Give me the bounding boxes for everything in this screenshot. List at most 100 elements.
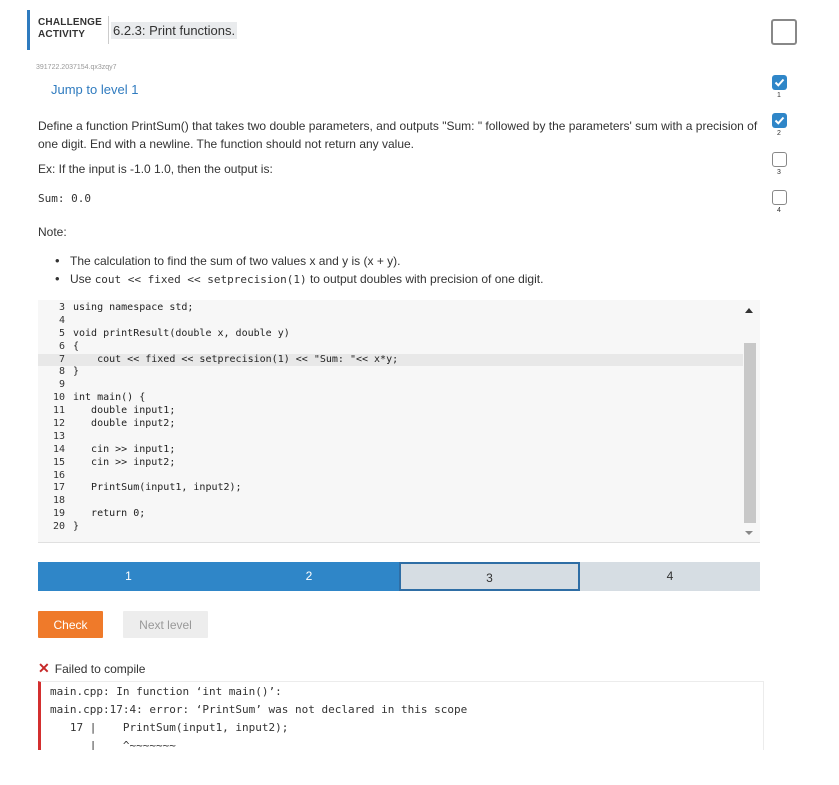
line-number: 20: [52, 521, 65, 533]
code-line[interactable]: 13: [38, 431, 743, 444]
challenge-id: 391722.2037154.qx3zqy7: [36, 64, 117, 71]
note-item: Use cout << fixed << setprecision(1) to …: [52, 270, 543, 289]
line-number: 14: [52, 443, 65, 455]
code-text[interactable]: using namespace std;: [73, 302, 193, 313]
empty-box-icon: [771, 152, 787, 167]
checkmark-icon: [771, 113, 787, 128]
line-number: 9: [58, 379, 65, 391]
code-line[interactable]: 18: [38, 495, 743, 508]
challenge-label-line-2: ACTIVITY: [38, 29, 86, 40]
code-line[interactable]: 16: [38, 470, 743, 483]
sidebar-level-3[interactable]: 3: [769, 152, 789, 177]
code-text[interactable]: return 0;: [73, 508, 145, 519]
code-text[interactable]: cin >> input2;: [73, 457, 175, 468]
scroll-down-arrow-icon[interactable]: [745, 531, 753, 535]
instructions-text: Define a function PrintSum() that takes …: [38, 119, 758, 151]
line-number: 18: [52, 495, 65, 507]
line-number: 10: [52, 392, 65, 404]
sidebar-level-number: 3: [777, 169, 781, 176]
code-line[interactable]: 15 cin >> input2;: [38, 457, 743, 470]
challenge-header: CHALLENGE ACTIVITY 6.2.3: Print function…: [27, 10, 806, 50]
level-button-2[interactable]: 2: [219, 562, 399, 591]
line-number: 19: [52, 508, 65, 520]
code-text[interactable]: double input2;: [73, 418, 175, 429]
code-text[interactable]: void printResult(double x, double y): [73, 328, 290, 339]
code-line[interactable]: 5 void printResult(double x, double y): [38, 328, 743, 341]
error-line: | ^~~~~~~~: [50, 739, 176, 750]
note-inline-code: cout << fixed << setprecision(1): [94, 273, 307, 286]
error-line: main.cpp: In function ‘int main()’:: [50, 685, 282, 698]
code-line[interactable]: 19 return 0;: [38, 508, 743, 521]
empty-box-icon: [771, 190, 787, 205]
code-line[interactable]: 10 int main() {: [38, 392, 743, 405]
code-line[interactable]: 7 cout << fixed << setprecision(1) << "S…: [38, 353, 743, 367]
compiler-output: main.cpp: In function ‘int main()’: main…: [38, 681, 764, 750]
note-label: Note:: [38, 225, 67, 239]
editor-scrollbar[interactable]: [741, 305, 757, 538]
sidebar-level-number: 1: [777, 92, 781, 99]
line-number: 13: [52, 430, 65, 442]
challenge-activity-label: CHALLENGE ACTIVITY: [38, 17, 103, 41]
code-line[interactable]: 12 double input2;: [38, 418, 743, 431]
code-text[interactable]: cin >> input1;: [73, 444, 175, 455]
example-text: Ex: If the input is -1.0 1.0, then the o…: [38, 162, 273, 176]
scroll-up-arrow-icon[interactable]: [745, 308, 753, 313]
level-button-3[interactable]: 3: [399, 562, 580, 591]
code-line[interactable]: 17 PrintSum(input1, input2);: [38, 482, 743, 495]
next-level-button: Next level: [123, 611, 208, 638]
note-item-text: The calculation to find the sum of two v…: [70, 254, 401, 268]
code-text[interactable]: PrintSum(input1, input2);: [73, 482, 242, 493]
line-number: 6: [58, 340, 65, 352]
challenge-label-line-1: CHALLENGE: [38, 17, 103, 28]
jump-to-level-link[interactable]: Jump to level 1: [51, 82, 138, 97]
code-lines[interactable]: 3 using namespace std; 4 5 void printResult(…: [38, 302, 743, 534]
note-item: The calculation to find the sum of two v…: [52, 252, 543, 270]
line-number: 15: [52, 456, 65, 468]
check-button[interactable]: Check: [38, 611, 103, 638]
code-line[interactable]: 6{: [38, 341, 743, 354]
header-divider: [108, 16, 109, 44]
code-line[interactable]: 4: [38, 315, 743, 328]
sidebar-level-1[interactable]: 1: [769, 75, 789, 100]
line-number: 3: [58, 302, 65, 313]
scrollbar-thumb[interactable]: [744, 343, 756, 523]
sidebar-level-2[interactable]: 2: [769, 113, 789, 138]
fail-x-icon: ✕: [38, 660, 50, 676]
code-text[interactable]: {: [73, 341, 79, 352]
line-number: 4: [58, 314, 65, 326]
code-line[interactable]: 3 using namespace std;: [38, 302, 743, 315]
note-list: The calculation to find the sum of two v…: [52, 252, 543, 289]
code-line[interactable]: 9: [38, 379, 743, 392]
completion-status-icon: [771, 19, 797, 45]
line-number: 8: [58, 366, 65, 378]
line-number: 5: [58, 327, 65, 339]
line-number: 16: [52, 469, 65, 481]
checkmark-icon: [771, 75, 787, 90]
level-progress-bar: 1 2 3 4: [38, 562, 760, 591]
code-text[interactable]: }: [73, 366, 79, 377]
code-text[interactable]: int main() {: [73, 392, 145, 403]
sidebar-level-number: 2: [777, 130, 781, 137]
code-line[interactable]: 8}: [38, 366, 743, 379]
level-button-1[interactable]: 1: [38, 562, 219, 591]
code-text[interactable]: double input1;: [73, 405, 175, 416]
code-text[interactable]: cout << fixed << setprecision(1) << "Sum…: [73, 354, 398, 365]
code-line[interactable]: 11 double input1;: [38, 405, 743, 418]
result-status-text: Failed to compile: [54, 662, 146, 676]
code-line[interactable]: 14 cin >> input1;: [38, 444, 743, 457]
error-line: main.cpp:17:4: error: ‘PrintSum’ was not…: [50, 703, 468, 716]
code-text[interactable]: }: [73, 521, 79, 532]
sample-output: Sum: 0.0: [38, 192, 91, 205]
level-button-4[interactable]: 4: [580, 562, 760, 591]
line-number: 17: [52, 482, 65, 494]
sidebar-level-number: 4: [777, 207, 781, 214]
sidebar-level-4[interactable]: 4: [769, 190, 789, 215]
result-status: ✕ Failed to compile: [38, 660, 145, 677]
note-item-text: to output doubles with precision of one …: [306, 272, 544, 286]
line-number: 12: [52, 418, 65, 430]
code-line[interactable]: 20}: [38, 521, 743, 534]
code-editor[interactable]: 3 using namespace std; 4 5 void printResult(…: [38, 300, 760, 543]
line-number: 11: [52, 405, 65, 417]
error-line: 17 | PrintSum(input1, input2);: [50, 721, 289, 734]
note-item-text: Use: [70, 272, 95, 286]
